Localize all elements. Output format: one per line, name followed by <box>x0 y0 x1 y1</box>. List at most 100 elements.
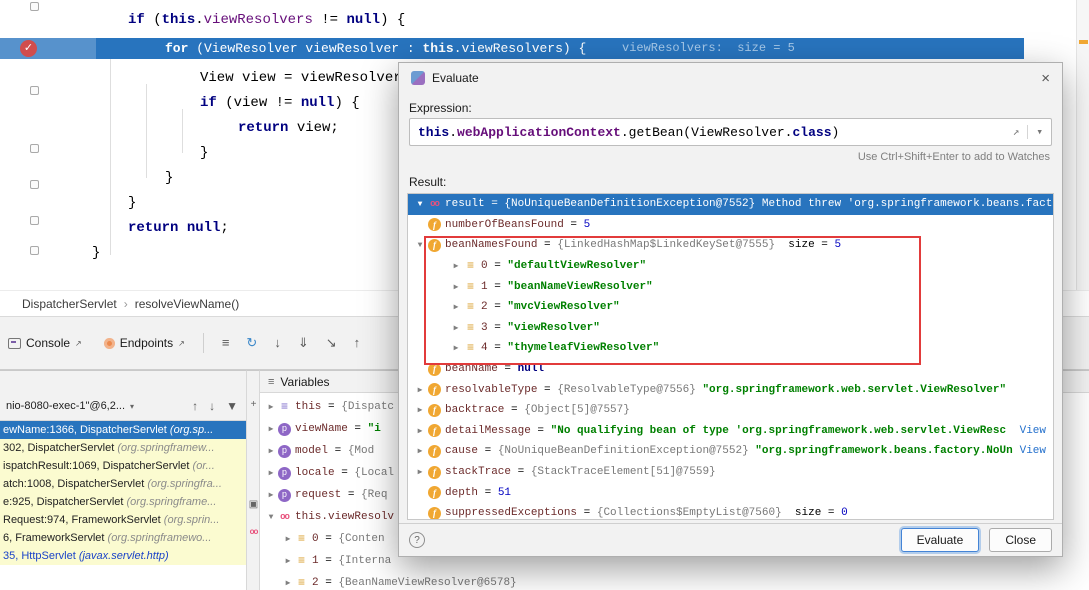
frame-row[interactable]: atch:1008, DispatcherServlet (org.spring… <box>0 475 246 493</box>
chevron-icon[interactable]: ▶ <box>264 468 278 478</box>
result-tree-row[interactable]: fdepth = 51 <box>408 482 1053 503</box>
frame-package: (org.springframe... <box>127 496 217 508</box>
close-icon[interactable]: × <box>1041 70 1050 87</box>
step-out-icon[interactable]: ↑ <box>354 335 361 351</box>
chevron-icon[interactable]: ▶ <box>412 467 428 477</box>
variable-name: locale <box>295 467 335 479</box>
tab-console[interactable]: Console↗ <box>8 336 82 350</box>
view-link[interactable]: View <box>1020 425 1046 437</box>
variable-name: 1 <box>312 555 319 567</box>
result-tree-row[interactable]: fsuppressedExceptions = {Collections$Emp… <box>408 503 1053 520</box>
result-tree-row[interactable]: ▶fresolvableType = {ResolvableType@7556}… <box>408 379 1053 400</box>
view-link[interactable]: View <box>1020 445 1046 457</box>
chevron-icon[interactable]: ▶ <box>281 534 295 544</box>
frame-location: Request:974, FrameworkServlet <box>3 514 164 526</box>
variables-menu-icon[interactable]: ≡ <box>268 376 274 388</box>
variable-name: viewName <box>295 423 348 435</box>
result-tree-row[interactable]: ▼ooresult = {NoUniqueBeanDefinitionExcep… <box>408 194 1053 215</box>
result-tree-row[interactable]: ▶fbacktrace = {Object[5]@7557} <box>408 400 1053 421</box>
parameter-icon: p <box>278 423 291 436</box>
code-line: } <box>128 193 136 214</box>
frame-row[interactable]: ispatchResult:1069, DispatcherServlet (o… <box>0 457 246 475</box>
close-button[interactable]: Close <box>989 528 1052 552</box>
frame-location: atch:1008, DispatcherServlet <box>3 478 147 490</box>
variable-name: 2 <box>312 577 319 589</box>
chevron-icon[interactable]: ▼ <box>264 513 278 522</box>
variable-row[interactable]: ▶≡2 = {BeanNameViewResolver@6578} <box>260 572 1089 590</box>
frame-location: 6, FrameworkServlet <box>3 532 108 544</box>
fold-marker-icon[interactable] <box>30 2 39 11</box>
result-tree-row[interactable]: ▶fdetailMessage = "No qualifying bean of… <box>408 421 1053 442</box>
frame-row[interactable]: ewName:1366, DispatcherServlet (org.sp..… <box>0 421 246 439</box>
editor-scrollbar[interactable] <box>1076 0 1089 290</box>
result-tree-row[interactable]: fnumberOfBeansFound = 5 <box>408 215 1053 236</box>
code-line: return null; <box>128 218 229 239</box>
frame-row[interactable]: e:925, DispatcherServlet (org.springfram… <box>0 493 246 511</box>
frame-up-icon[interactable]: ↑ <box>192 399 198 413</box>
chevron-icon[interactable]: ▶ <box>264 424 278 434</box>
execution-line: ✓ for (ViewResolver viewResolver : this.… <box>0 38 1024 59</box>
filter-icon[interactable]: ▼ <box>226 399 238 413</box>
variable-name: 0 <box>312 533 319 545</box>
expression-label: Expression: <box>409 101 472 115</box>
evaluate-button[interactable]: Evaluate <box>901 528 980 552</box>
variable-name: detailMessage <box>445 425 531 437</box>
chevron-icon[interactable]: ▶ <box>281 556 295 566</box>
window-menu-icon[interactable]: ≡ <box>222 335 230 351</box>
code-line: if (this.viewResolvers != null) { <box>128 10 405 31</box>
fold-marker-icon[interactable] <box>30 86 39 95</box>
step-into-icon[interactable]: ⇓ <box>298 335 309 351</box>
frame-package: (or... <box>193 460 215 472</box>
dialog-title: Evaluate <box>432 71 479 85</box>
console-icon <box>8 338 21 349</box>
frames-panel: nio-8080-exec-1"@6,2... ▾ ↑ ↓ ▼ ewName:136… <box>0 370 246 590</box>
add-watch-icon[interactable]: + <box>247 399 260 410</box>
watch-result-icon: oo <box>278 511 291 524</box>
thread-selector[interactable]: nio-8080-exec-1"@6,2... ▾ <box>6 396 134 416</box>
breadcrumb-class[interactable]: DispatcherServlet <box>22 297 117 311</box>
result-tree-row[interactable]: ▶fstackTrace = {StackTraceElement[51]@75… <box>408 462 1053 483</box>
variable-name: result <box>445 198 485 210</box>
code-line: } <box>200 143 208 164</box>
result-tree-row[interactable]: ▶fcause = {NoUniqueBeanDefinitionExcepti… <box>408 441 1053 462</box>
debug-tabs: Console↗ Endpoints↗ <box>8 336 185 350</box>
frame-down-icon[interactable]: ↓ <box>209 399 215 413</box>
copy-stack-icon[interactable]: ▣ <box>247 499 260 510</box>
chevron-icon[interactable]: ▶ <box>412 385 428 395</box>
breadcrumb-method[interactable]: resolveViewName() <box>135 297 239 311</box>
fold-marker-icon[interactable] <box>30 180 39 189</box>
code-line: return view; <box>238 118 339 139</box>
variable-name: suppressedExceptions <box>445 507 577 519</box>
chevron-icon[interactable]: ▶ <box>412 405 428 415</box>
chevron-icon[interactable]: ▶ <box>264 490 278 500</box>
chevron-icon[interactable]: ▶ <box>412 426 428 436</box>
fold-marker-icon[interactable] <box>30 216 39 225</box>
watches-hint: Use Ctrl+Shift+Enter to add to Watches <box>858 151 1050 163</box>
fold-marker-icon[interactable] <box>30 246 39 255</box>
chevron-icon[interactable]: ▼ <box>412 200 428 209</box>
fold-marker-icon[interactable] <box>30 144 39 153</box>
expression-history-chevron-icon[interactable]: ▾ <box>1027 125 1043 139</box>
frame-row[interactable]: 302, DispatcherServlet (org.springframew… <box>0 439 246 457</box>
frame-row[interactable]: 35, HttpServlet (javax.servlet.http) <box>0 547 246 565</box>
frame-row[interactable]: 6, FrameworkServlet (org.springframewo..… <box>0 529 246 547</box>
breakpoint-icon[interactable]: ✓ <box>20 40 37 57</box>
force-step-into-icon[interactable]: ↘ <box>326 335 337 351</box>
endpoints-icon <box>104 338 115 349</box>
chevron-icon[interactable]: ▶ <box>264 446 278 456</box>
field-icon: f <box>428 424 441 437</box>
chevron-icon[interactable]: ▶ <box>281 578 295 588</box>
expression-input[interactable]: this.webApplicationContext.getBean(ViewR… <box>409 118 1052 146</box>
rerun-icon[interactable]: ↻ <box>246 335 257 351</box>
help-icon[interactable]: ? <box>409 532 425 548</box>
watches-icon[interactable]: oo <box>247 527 260 536</box>
dialog-footer: ? Evaluate Close <box>399 523 1062 556</box>
chevron-icon[interactable]: ▶ <box>264 402 278 412</box>
step-over-icon[interactable]: ↓ <box>274 335 281 351</box>
frame-location: ewName:1366, DispatcherServlet <box>3 424 170 436</box>
expand-expression-icon[interactable]: ↗ <box>1013 125 1020 139</box>
chevron-icon[interactable]: ▶ <box>412 446 428 456</box>
tab-endpoints[interactable]: Endpoints↗ <box>104 336 185 350</box>
variable-name: stackTrace <box>445 466 511 478</box>
frame-row[interactable]: Request:974, FrameworkServlet (org.sprin… <box>0 511 246 529</box>
